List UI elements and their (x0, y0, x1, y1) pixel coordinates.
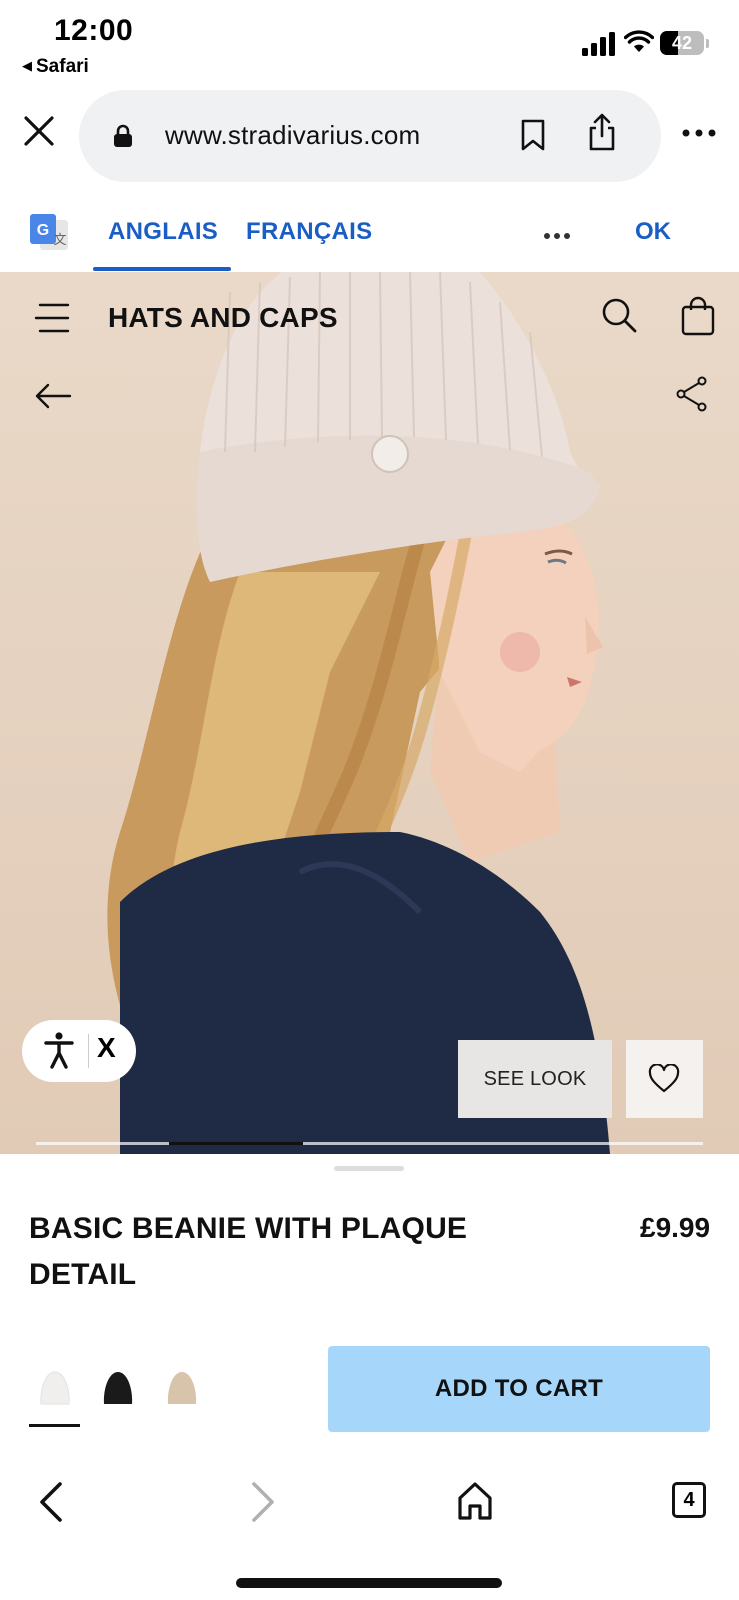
bookmark-icon[interactable] (519, 118, 547, 152)
menu-icon[interactable] (34, 302, 70, 334)
browser-forward-icon[interactable] (248, 1480, 278, 1524)
wifi-icon (624, 30, 654, 52)
svg-text:文: 文 (53, 233, 66, 248)
back-arrow-icon[interactable] (34, 382, 72, 410)
battery-icon: 42 (660, 30, 710, 56)
accessibility-icon (44, 1032, 74, 1069)
product-price: £9.99 (640, 1212, 711, 1243)
translate-ok-button[interactable]: OK (635, 218, 671, 246)
product-info-sheet: BASIC BEANIE WITH PLAQUE DETAIL £9.99 AD… (0, 1154, 739, 1454)
add-to-cart-button[interactable]: ADD TO CART (328, 1346, 710, 1432)
swatch-cream[interactable] (38, 1368, 72, 1408)
browser-home-icon[interactable] (456, 1480, 494, 1522)
address-bar[interactable]: www.stradivarius.com (79, 90, 661, 182)
selected-swatch-indicator (29, 1424, 80, 1427)
tab-target-language[interactable]: FRANÇAIS (246, 218, 372, 246)
svg-text:G: G (37, 222, 49, 239)
heart-icon (648, 1064, 680, 1093)
translate-more-icon[interactable] (543, 232, 571, 240)
category-title: HATS AND CAPS (108, 302, 338, 333)
lock-icon (114, 124, 132, 147)
close-icon[interactable] (22, 114, 56, 148)
product-image-gallery[interactable]: HATS AND CAPS X SEE LOOK (0, 272, 739, 1154)
sheet-grabber[interactable] (334, 1166, 404, 1171)
see-look-button[interactable]: SEE LOOK (458, 1040, 612, 1118)
swatch-black[interactable] (101, 1368, 135, 1408)
battery-percent: 42 (671, 33, 693, 53)
more-options-icon[interactable] (682, 128, 716, 138)
product-name: BASIC BEANIE WITH PLAQUE DETAIL (29, 1212, 468, 1291)
accessibility-widget[interactable]: X (22, 1020, 136, 1082)
shopping-bag-icon[interactable] (680, 296, 716, 336)
translate-bar: G 文 ANGLAIS FRANÇAIS OK (0, 184, 739, 272)
share-product-icon[interactable] (676, 376, 708, 412)
status-bar: 12:00 ◀ Safari 42 (0, 0, 739, 88)
browser-url-row: www.stradivarius.com (0, 88, 739, 184)
search-icon[interactable] (600, 296, 638, 334)
active-tab-indicator (93, 267, 231, 271)
cellular-signal-icon (582, 32, 615, 56)
back-to-app-link[interactable]: ◀ Safari (22, 56, 89, 78)
accessibility-close-button[interactable]: X (97, 1032, 116, 1064)
google-translate-icon: G 文 (30, 214, 68, 250)
back-triangle-icon: ◀ (22, 58, 32, 73)
swatch-beige[interactable] (165, 1368, 199, 1408)
home-indicator (236, 1578, 502, 1588)
tab-source-language[interactable]: ANGLAIS (108, 218, 218, 246)
browser-back-icon[interactable] (36, 1480, 66, 1524)
gallery-progress (36, 1142, 703, 1145)
browser-tabs-button[interactable]: 4 (672, 1482, 706, 1518)
back-app-label: Safari (36, 56, 89, 77)
wishlist-button[interactable] (626, 1040, 703, 1118)
share-icon[interactable] (587, 112, 617, 152)
status-time: 12:00 (54, 14, 134, 47)
url-text: www.stradivarius.com (165, 120, 421, 150)
